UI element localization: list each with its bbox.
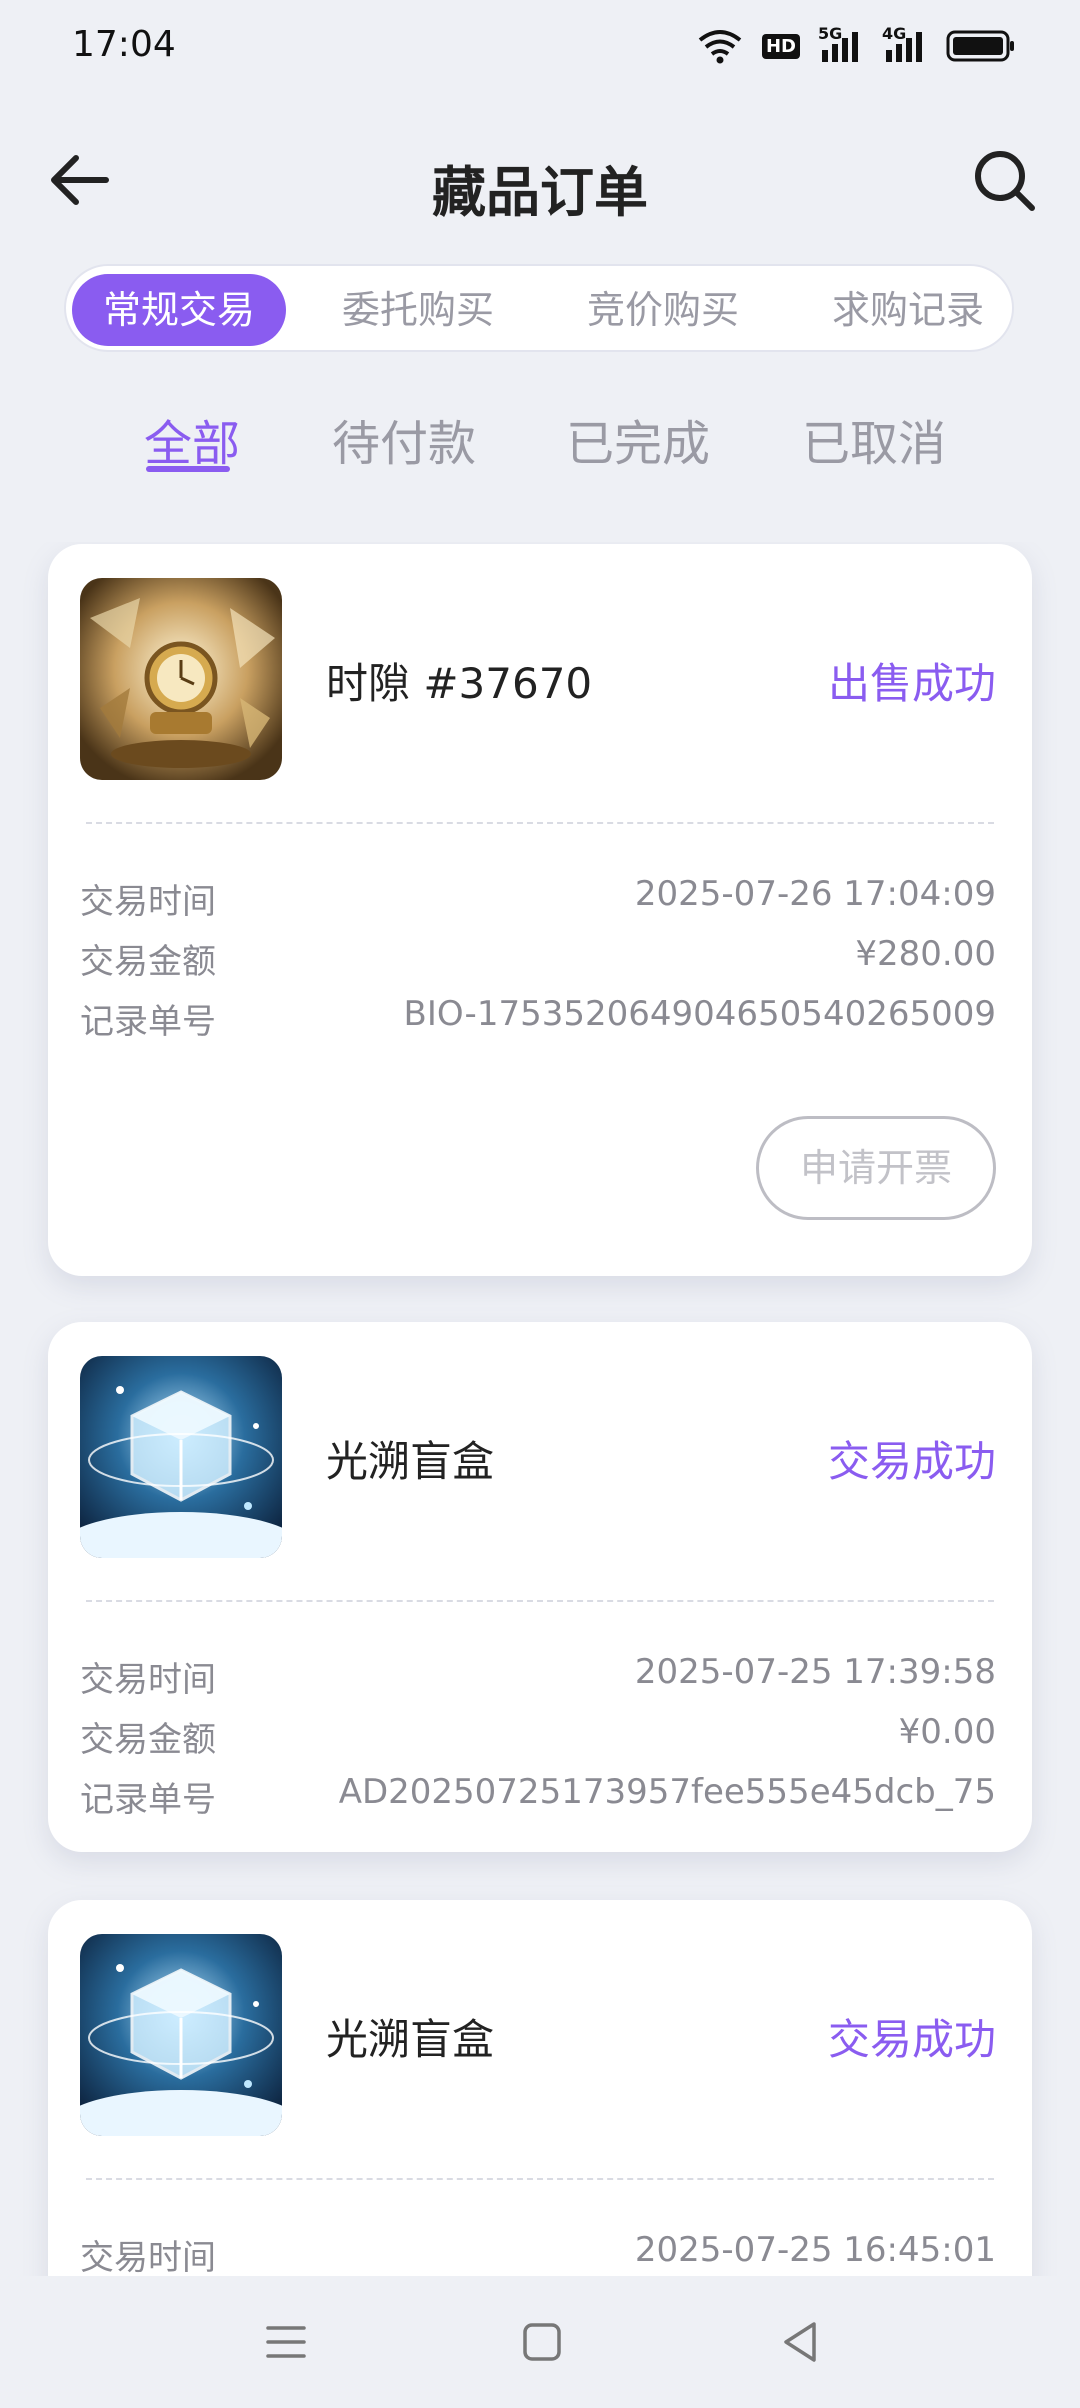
system-nav-bar <box>0 2276 1080 2408</box>
active-tab-underline <box>146 466 230 472</box>
page-title: 藏品订单 <box>432 161 648 224</box>
row-value: ¥280.00 <box>855 934 996 974</box>
status-time: 17:04 <box>72 24 176 65</box>
item-name: 光溯盲盒 <box>326 2015 495 2064</box>
filter-cancelled[interactable]: 已取消 <box>802 404 946 474</box>
row-value: 2025-07-25 16:45:01 <box>634 2230 996 2270</box>
menu-icon <box>266 2326 306 2358</box>
tab-bid-purchase[interactable]: 竞价购买 <box>556 274 770 346</box>
wifi-icon <box>696 28 744 64</box>
battery-icon <box>946 29 1016 63</box>
record-number-row: 记录单号 AD20250725173957fee555e45dcb_75 <box>80 1772 996 1822</box>
row-value: BIO-17535206490465054026500​9 <box>403 994 997 1034</box>
trade-time-row: 交易时间 2025-07-25 17:39:58 <box>80 1652 996 1702</box>
search-button[interactable] <box>968 144 1040 216</box>
tab-regular-trade[interactable]: 常规交易 <box>72 274 286 346</box>
filter-all[interactable]: 全部 <box>144 404 240 474</box>
order-card[interactable]: 时隙 #37670 出售成功 交易时间 2025-07-26 17:04:09 … <box>48 544 1032 1276</box>
clock-artwork-thumbnail <box>80 578 282 780</box>
dashed-divider <box>86 1600 994 1602</box>
app-header: 藏品订单 <box>0 120 1080 240</box>
row-label: 交易时间 <box>80 1660 216 1700</box>
order-card[interactable]: 光溯盲盒 交易成功 交易时间 2025-07-25 17:39:58 交易金额 … <box>48 1322 1032 1852</box>
dashed-divider <box>86 822 994 824</box>
order-status: 交易成功 <box>827 1437 996 1486</box>
filter-pending-payment[interactable]: 待付款 <box>332 404 476 474</box>
item-name: 光溯盲盒 <box>326 1437 495 1486</box>
signal-4g-icon: 4G <box>882 24 928 64</box>
search-icon <box>975 151 1035 211</box>
order-status: 交易成功 <box>827 2015 996 2064</box>
row-label: 交易时间 <box>80 882 216 922</box>
item-name: 时隙 #37670 <box>326 659 593 708</box>
status-bar: 17:04 HD 5G 4G <box>0 0 1080 96</box>
back-nav-button[interactable] <box>772 2314 828 2370</box>
status-filter-tabs: 全部 待付款 已完成 已取消 <box>0 404 1080 484</box>
home-button[interactable] <box>514 2314 570 2370</box>
back-triangle-icon <box>784 2322 816 2362</box>
order-status: 出售成功 <box>827 659 996 708</box>
trade-type-tabs: 常规交易 委托购买 竞价购买 求购记录 <box>64 264 1014 352</box>
row-label: 交易金额 <box>80 1720 216 1760</box>
tab-wanted-records[interactable]: 求购记录 <box>801 274 1015 346</box>
row-label: 交易时间 <box>80 2238 216 2276</box>
row-label: 记录单号 <box>80 1780 216 1820</box>
status-icons: HD 5G 4G <box>696 24 1016 64</box>
trade-amount-row: 交易金额 ¥0.00 <box>80 1712 996 1762</box>
row-value: 2025-07-26 17:04:09 <box>634 874 996 914</box>
cube-artwork-thumbnail <box>80 1356 282 1558</box>
tab-consign-purchase[interactable]: 委托购买 <box>311 274 525 346</box>
cube-artwork-thumbnail <box>80 1934 282 2136</box>
recent-apps-button[interactable] <box>258 2314 314 2370</box>
order-list: 时隙 #37670 出售成功 交易时间 2025-07-26 17:04:09 … <box>0 542 1080 2276</box>
row-label: 记录单号 <box>80 1002 216 1042</box>
dashed-divider <box>86 2178 994 2180</box>
trade-time-row: 交易时间 2025-07-25 16:45:01 <box>80 2230 996 2276</box>
home-square-icon <box>523 2323 561 2361</box>
signal-5g-icon: 5G <box>818 24 864 64</box>
trade-amount-row: 交易金额 ¥280.00 <box>80 934 996 984</box>
record-number-row: 记录单号 BIO-17535206490465054026500​9 <box>80 994 996 1044</box>
request-invoice-button[interactable]: 申请开票 <box>756 1116 996 1220</box>
filter-completed[interactable]: 已完成 <box>566 404 710 474</box>
row-label: 交易金额 <box>80 942 216 982</box>
hd-icon: HD <box>761 33 800 59</box>
row-value: 2025-07-25 17:39:58 <box>634 1652 996 1692</box>
order-card[interactable]: 光溯盲盒 交易成功 交易时间 2025-07-25 16:45:01 <box>48 1900 1032 2276</box>
row-value: AD20250725173957fee555e45dcb_75 <box>338 1772 996 1812</box>
row-value: ¥0.00 <box>898 1712 996 1752</box>
trade-time-row: 交易时间 2025-07-26 17:04:09 <box>80 874 996 924</box>
